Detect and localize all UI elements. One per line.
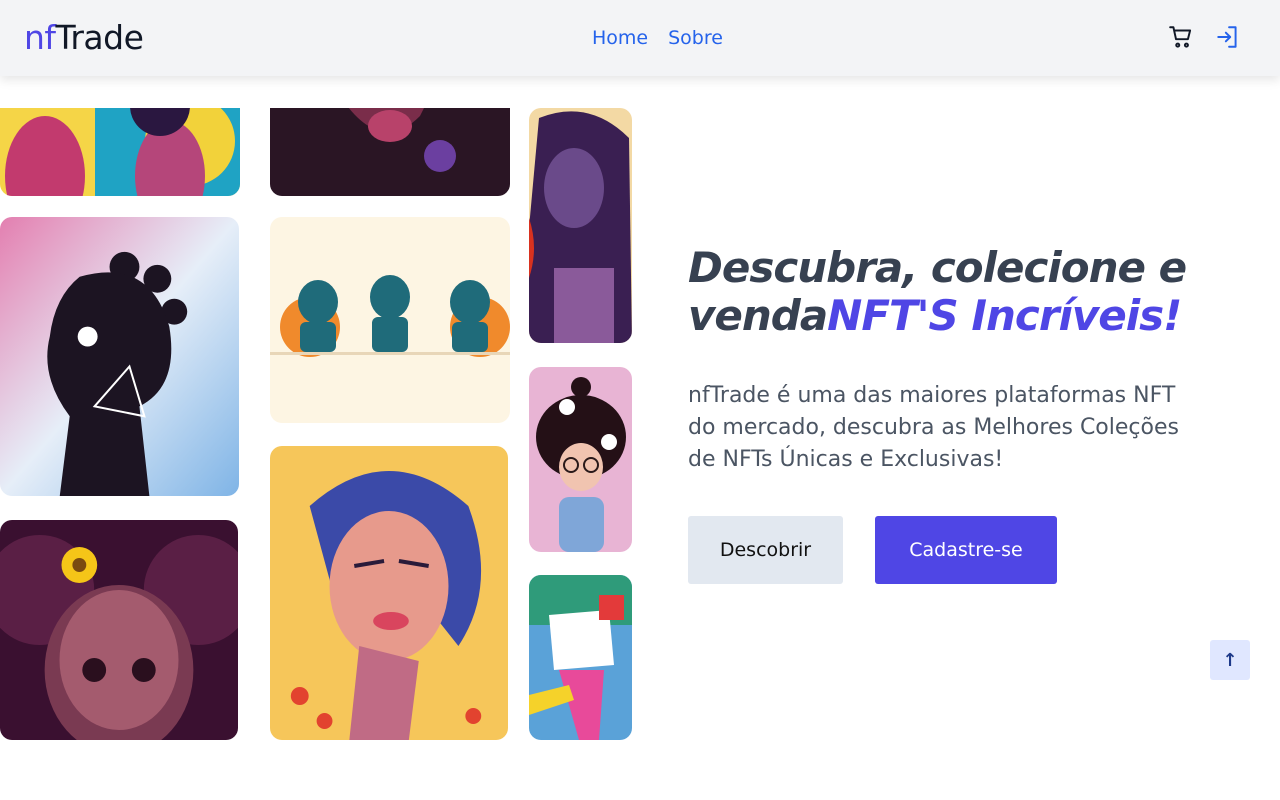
nft-image bbox=[529, 108, 632, 343]
nft-image bbox=[0, 520, 238, 740]
nft-card-violet-woman[interactable] bbox=[529, 108, 632, 343]
brand-logo[interactable]: nfTrade bbox=[24, 18, 144, 58]
nav-link-home[interactable]: Home bbox=[592, 26, 648, 50]
nft-image bbox=[270, 108, 510, 196]
nft-card-profile-silhouette[interactable] bbox=[0, 217, 239, 496]
nft-card-three-thinkers[interactable] bbox=[270, 217, 510, 423]
nft-card-dark-planet[interactable] bbox=[270, 108, 510, 196]
arrow-up-icon: ↑ bbox=[1222, 649, 1238, 671]
nft-image bbox=[529, 575, 632, 740]
nft-gallery bbox=[0, 108, 640, 740]
navbar: nfTrade Home Sobre bbox=[0, 0, 1280, 76]
nft-card-colorful-portrait[interactable] bbox=[270, 446, 508, 740]
nft-image bbox=[270, 446, 508, 740]
nft-image bbox=[529, 367, 632, 552]
hero-description: nfTrade é uma das maiores plataformas NF… bbox=[688, 383, 1179, 472]
scroll-top-button[interactable]: ↑ bbox=[1210, 640, 1250, 680]
shopping-cart-icon bbox=[1169, 26, 1192, 48]
nav-link-sobre[interactable]: Sobre bbox=[668, 26, 723, 50]
hero-headline-highlight: NFT'S Incríveis! bbox=[827, 291, 1182, 340]
nft-card-sunflower-girl[interactable] bbox=[0, 520, 238, 740]
brand-logo-suffix: Trade bbox=[55, 18, 144, 57]
nft-image bbox=[0, 217, 239, 496]
signup-button[interactable]: Cadastre-se bbox=[875, 516, 1057, 584]
nft-image bbox=[270, 217, 510, 423]
main-nav: Home Sobre bbox=[592, 26, 723, 50]
login-icon bbox=[1217, 26, 1237, 48]
discover-button[interactable]: Descobrir bbox=[688, 516, 843, 584]
nft-card-flower-glasses-girl[interactable] bbox=[529, 367, 632, 552]
brand-logo-prefix: nf bbox=[24, 18, 56, 57]
nft-image bbox=[0, 108, 240, 196]
nft-card-pop-art-figure[interactable] bbox=[529, 575, 632, 740]
hero-headline: Descubra, colecione e vendaNFT'S Incríve… bbox=[688, 244, 1248, 340]
login-button[interactable] bbox=[1215, 24, 1241, 50]
cart-button[interactable] bbox=[1168, 24, 1194, 50]
nft-card-sunset-duo[interactable] bbox=[0, 108, 240, 196]
